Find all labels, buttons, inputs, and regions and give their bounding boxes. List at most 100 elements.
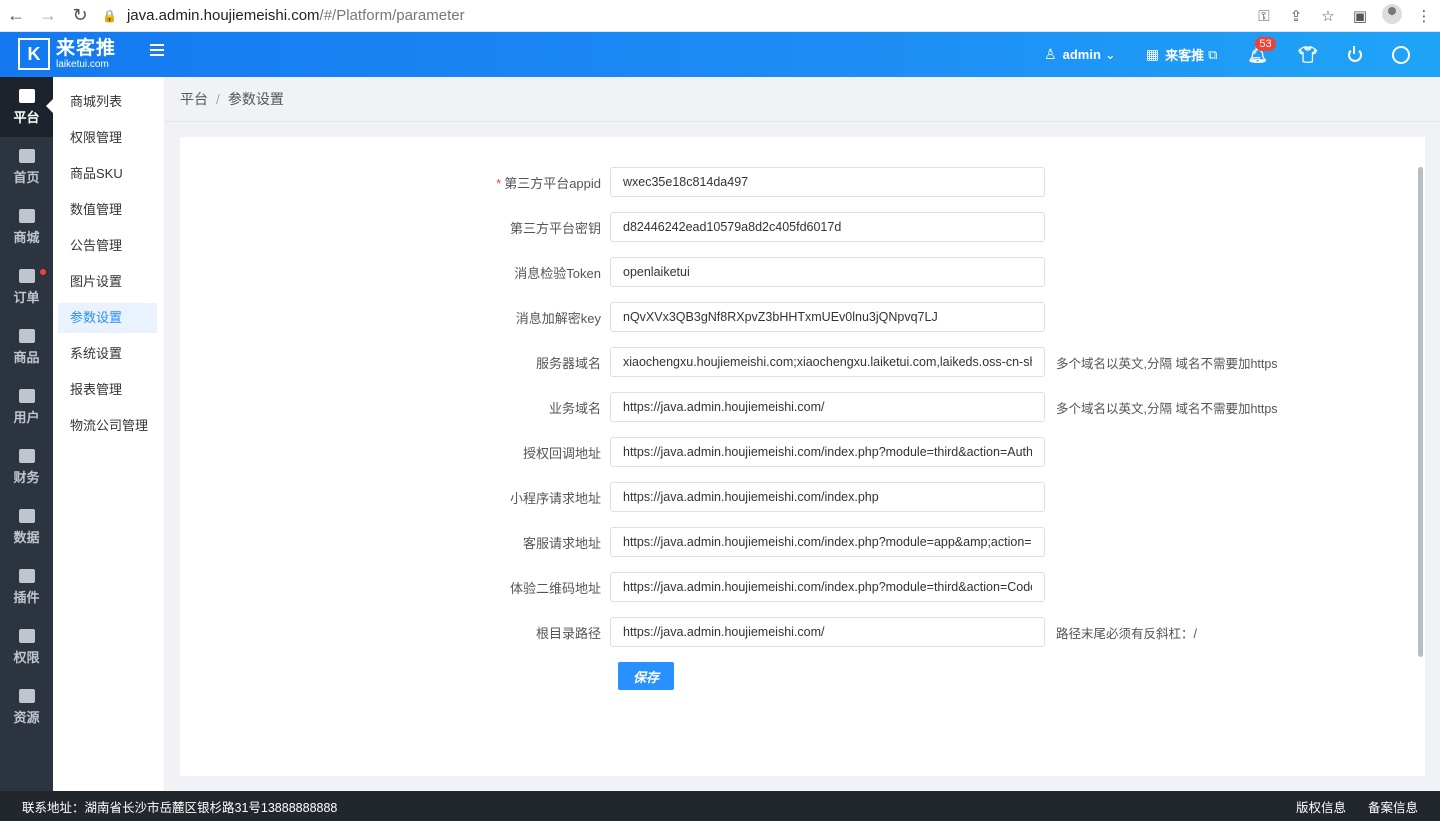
submenu-item[interactable]: 物流公司管理 bbox=[58, 411, 157, 441]
user-avatar-icon: ♙ bbox=[1044, 46, 1057, 62]
field-label: 业务域名 bbox=[548, 400, 601, 416]
notification-badge: 53 bbox=[1255, 36, 1276, 51]
menu-kebab-icon[interactable]: ⋮ bbox=[1414, 7, 1434, 25]
rail-item[interactable]: 商品 bbox=[0, 317, 53, 377]
submenu-item[interactable]: 数值管理 bbox=[58, 195, 157, 225]
unread-dot bbox=[40, 269, 46, 275]
breadcrumb-root[interactable]: 平台 bbox=[180, 89, 208, 109]
globe-icon bbox=[1392, 45, 1410, 64]
rail-item[interactable]: 数据 bbox=[0, 497, 53, 557]
icp-link[interactable]: 备案信息 bbox=[1368, 797, 1418, 816]
profile-icon[interactable] bbox=[1382, 4, 1402, 28]
form-row: 体验二维码地址 bbox=[180, 572, 1425, 602]
logout-button[interactable] bbox=[1348, 45, 1362, 62]
field-input[interactable] bbox=[610, 392, 1045, 422]
address-bar[interactable]: 🔒 java.admin.houjiemeishi.com/#/Platform… bbox=[102, 7, 465, 24]
share-icon[interactable]: ⇪ bbox=[1286, 7, 1306, 25]
form-row: 服务器域名 多个域名以英文,分隔 域名不需要加https bbox=[180, 347, 1425, 377]
rail-item[interactable]: 首页 bbox=[0, 137, 53, 197]
goods-icon bbox=[18, 328, 35, 343]
footer: 联系地址：湖南省长沙市岳麓区银杉路31号13888888888 版权信息 备案信… bbox=[0, 791, 1440, 821]
scrollbar[interactable] bbox=[1418, 167, 1423, 657]
submenu-item[interactable]: 报表管理 bbox=[58, 375, 157, 405]
app-header: K 来客推 laiketui.com ♙ admin ⌄ ▦ 来客推 ⧉ 🔔︎ … bbox=[0, 32, 1440, 77]
user-menu[interactable]: ♙ admin ⌄ bbox=[1044, 46, 1116, 63]
resource-icon bbox=[18, 688, 35, 703]
form-row: 业务域名 多个域名以英文,分隔 域名不需要加https bbox=[180, 392, 1425, 422]
rail-item-label: 插件 bbox=[13, 589, 40, 605]
form-row: 第三方平台密钥 bbox=[180, 212, 1425, 242]
breadcrumb-separator: / bbox=[216, 91, 220, 107]
language-button[interactable] bbox=[1392, 45, 1410, 64]
submenu-item[interactable]: 参数设置 bbox=[58, 303, 157, 333]
rail-item-label: 资源 bbox=[13, 709, 40, 725]
rail-item[interactable]: 平台 bbox=[0, 77, 53, 137]
field-input[interactable] bbox=[610, 572, 1045, 602]
finance-icon bbox=[18, 448, 35, 463]
key-icon[interactable]: ⚿ bbox=[1254, 8, 1274, 25]
forward-arrow-icon[interactable]: → bbox=[32, 0, 64, 32]
field-label: 服务器域名 bbox=[535, 355, 601, 371]
home-icon bbox=[18, 148, 35, 163]
reload-icon[interactable]: ↻ bbox=[64, 0, 96, 32]
browser-toolbar: ← → ↻ 🔒 java.admin.houjiemeishi.com/#/Pl… bbox=[0, 0, 1440, 32]
rail-item[interactable]: 插件 bbox=[0, 557, 53, 617]
mall-icon bbox=[18, 208, 35, 223]
submenu-item[interactable]: 权限管理 bbox=[58, 123, 157, 153]
form-row: 客服请求地址 bbox=[180, 527, 1425, 557]
star-icon[interactable]: ☆ bbox=[1318, 7, 1338, 25]
store-icon: ▦ bbox=[1145, 46, 1160, 62]
field-hint: 多个域名以英文,分隔 域名不需要加https bbox=[1056, 401, 1278, 416]
url-path: /#/Platform/parameter bbox=[319, 7, 465, 24]
field-input[interactable] bbox=[610, 302, 1045, 332]
order-icon bbox=[18, 268, 35, 283]
breadcrumb-current: 参数设置 bbox=[227, 91, 284, 107]
chevron-down-icon: ⌄ bbox=[1104, 46, 1116, 62]
submenu-item[interactable]: 商城列表 bbox=[58, 87, 157, 117]
user-name: admin bbox=[1062, 47, 1101, 62]
rail-item[interactable]: 财务 bbox=[0, 437, 53, 497]
rail-item-label: 财务 bbox=[13, 469, 40, 485]
field-label: 小程序请求地址 bbox=[509, 490, 601, 506]
copyright-link[interactable]: 版权信息 bbox=[1296, 797, 1346, 816]
rail-item[interactable]: 订单 bbox=[0, 257, 53, 317]
logo[interactable]: K 来客推 laiketui.com bbox=[18, 38, 116, 70]
permission-icon bbox=[18, 628, 35, 643]
submenu-item[interactable]: 图片设置 bbox=[58, 267, 157, 297]
store-name: 来客推 bbox=[1165, 48, 1205, 63]
field-input[interactable] bbox=[610, 347, 1045, 377]
form-row: * 第三方平台appid bbox=[180, 167, 1425, 197]
submenu-item[interactable]: 系统设置 bbox=[58, 339, 157, 369]
field-input[interactable] bbox=[610, 167, 1045, 197]
save-button[interactable]: 保存 bbox=[618, 662, 674, 690]
data-icon bbox=[18, 508, 35, 523]
field-input[interactable] bbox=[610, 527, 1045, 557]
menu-toggle-icon[interactable] bbox=[150, 44, 164, 59]
rail-item[interactable]: 资源 bbox=[0, 677, 53, 737]
field-input[interactable] bbox=[610, 257, 1045, 287]
submenu-item[interactable]: 公告管理 bbox=[58, 231, 157, 261]
sidepanel-icon[interactable]: ▣ bbox=[1350, 7, 1370, 25]
rail-item-label: 数据 bbox=[13, 529, 40, 545]
rail-item[interactable]: 用户 bbox=[0, 377, 53, 437]
rail-item[interactable]: 商城 bbox=[0, 197, 53, 257]
back-arrow-icon[interactable]: ← bbox=[0, 0, 32, 32]
rail-item-label: 订单 bbox=[13, 289, 40, 305]
form-row: 授权回调地址 bbox=[180, 437, 1425, 467]
field-input[interactable] bbox=[610, 212, 1045, 242]
store-link[interactable]: ▦ 来客推 ⧉ bbox=[1146, 45, 1218, 64]
field-label: 根目录路径 bbox=[535, 625, 601, 641]
field-label: * 第三方平台appid bbox=[496, 175, 601, 191]
field-label: 第三方平台密钥 bbox=[509, 220, 601, 236]
notification-bell[interactable]: 🔔︎ 53 bbox=[1247, 36, 1276, 65]
logo-subtitle: laiketui.com bbox=[56, 58, 109, 70]
field-input[interactable] bbox=[610, 482, 1045, 512]
field-input[interactable] bbox=[610, 617, 1045, 647]
rail-item[interactable]: 权限 bbox=[0, 617, 53, 677]
form-row: 消息检验Token bbox=[180, 257, 1425, 287]
field-input[interactable] bbox=[610, 437, 1045, 467]
external-link-icon: ⧉ bbox=[1208, 46, 1218, 62]
skin-icon[interactable]: 👕︎ bbox=[1298, 45, 1318, 65]
submenu-item[interactable]: 商品SKU bbox=[58, 159, 157, 189]
main-nav: 平台 首页 商城订单商品 用户财务数据插件权限资源 bbox=[0, 77, 53, 791]
